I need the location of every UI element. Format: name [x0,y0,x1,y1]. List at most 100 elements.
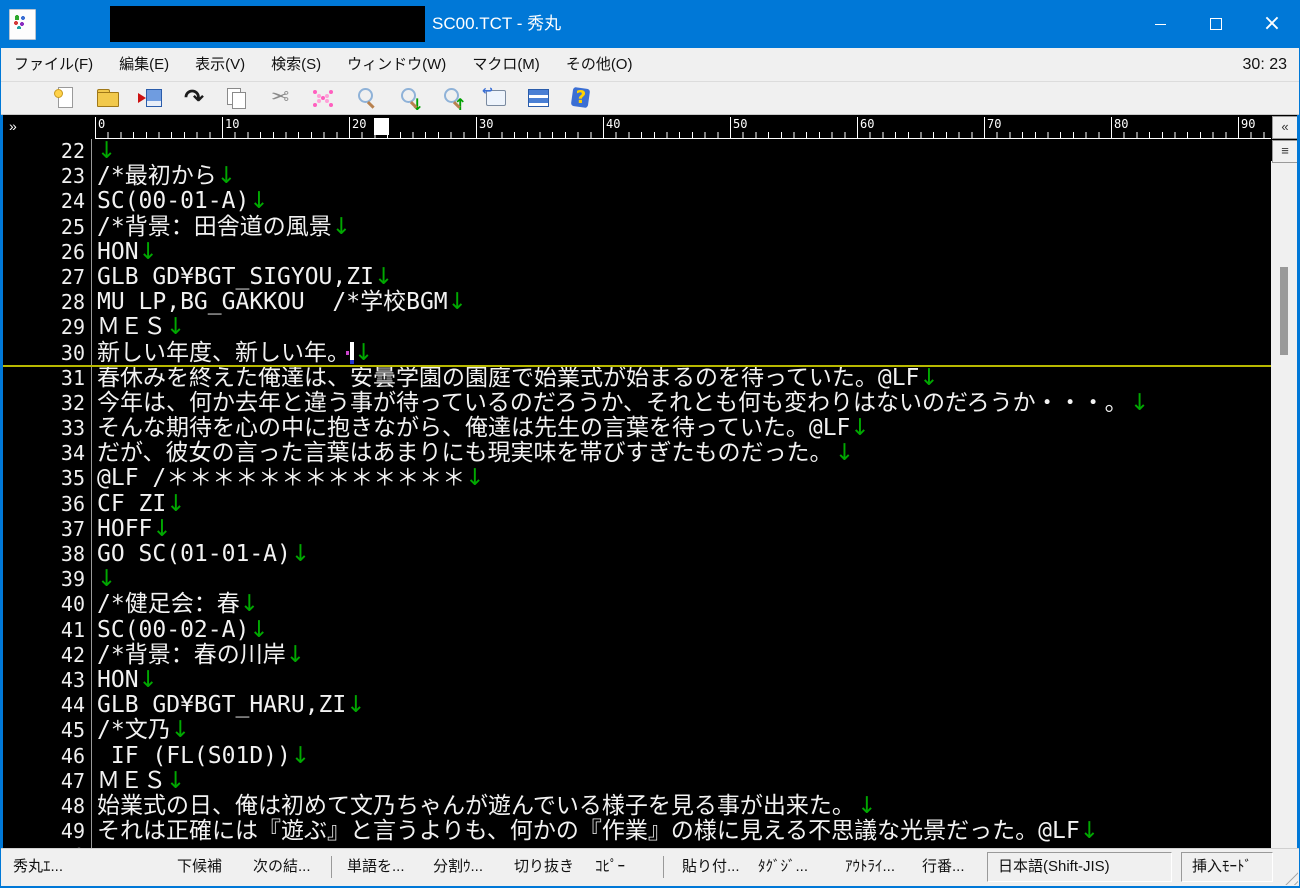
line-text[interactable]: HON↓ [92,239,158,265]
line-text[interactable]: それは正確には『遊ぶ』と言うよりも、何かの『作業』の様に見える不思議な光景だった… [92,818,1099,844]
line-text[interactable]: ↓ [92,139,116,164]
editor-line-36[interactable]: 36 CF ZI↓ [3,491,1271,517]
editor-line-31[interactable]: 31 春休みを終えた俺達は、安曇学園の園庭で始業式が始まるのを待っていた。@LF↓ [3,365,1271,391]
line-text[interactable]: ＭＥＳ↓ [92,315,185,340]
search-up-button[interactable]: ↑ [432,84,472,114]
editor-line-32[interactable]: 32 今年は、何か去年と違う事が待っているのだろうか、それとも何も変わりはないのだ… [3,390,1271,417]
editor-line-44[interactable]: 44 GLB GD¥BGT_HARU,ZI↓ [3,692,1271,719]
line-text[interactable]: ＭＥＳ↓ [92,768,185,794]
menu-item-4[interactable]: ウィンドウ(W) [334,48,459,81]
open-folder-button[interactable] [88,84,128,112]
help-button[interactable]: ? [561,84,601,112]
status-function-10[interactable]: 行番... [922,849,965,885]
editor-line-28[interactable]: 28 MU LP,BG_GAKKOU /*学校BGM↓ [3,289,1271,316]
line-text[interactable]: 新しい年度、新しい年。 ↓ [92,340,373,366]
menu-item-3[interactable]: 検索(S) [258,48,334,81]
editor-line-30[interactable]: 30 新しい年度、新しい年。 ↓ [3,340,1271,367]
status-function-2[interactable]: 次の結... [253,849,311,885]
editor-line-40[interactable]: 40 /*健足会：春↓ [3,592,1271,618]
paste-button[interactable] [303,84,343,112]
editor-line-24[interactable]: 24 SC(00-01-A)↓ [3,189,1271,215]
editor-line-37[interactable]: 37 HOFF↓ [3,516,1271,542]
search-down-button[interactable]: ↓ [389,84,429,114]
insert-mode-indicator[interactable]: 挿入ﾓｰﾄﾞ [1181,852,1273,882]
cut-button[interactable]: ✂ [260,84,300,112]
close-button[interactable]: × [1244,0,1300,48]
status-function-7[interactable]: 貼り付... [682,849,740,885]
line-text[interactable]: 春休みを終えた俺達は、安曇学園の園庭で始業式が始まるのを待っていた。@LF↓ [92,365,939,391]
line-text[interactable]: CF ZI↓ [92,491,186,517]
editor-line-41[interactable]: 41 SC(00-02-A)↓ [3,617,1271,643]
status-function-3[interactable]: 単語を... [347,849,405,885]
line-text[interactable]: GLB GD¥BGT_HARU,ZI↓ [92,692,366,718]
status-function-9[interactable]: ｱｳﾄﾗｲ... [845,849,895,885]
line-text[interactable]: 始業式の日、俺は初めて文乃ちゃんが遊んでいる様子を見る事が出来た。 ↓ [92,793,879,819]
editor-line-23[interactable]: 23 /*最初から↓ [3,163,1271,190]
line-text[interactable]: MU LP,BG_GAKKOU /*学校BGM↓ [92,289,467,315]
status-function-8[interactable]: ﾀｸﾞｼﾞ... [758,849,808,885]
editor-line-46[interactable]: 46 IF (FL(S01D))↓ [3,743,1271,769]
editor-line-47[interactable]: 47 ＭＥＳ↓ [3,768,1271,794]
text-area[interactable]: 22 ↓ 23 /*最初から↓ 24 SC(00-01-A)↓ 25 /*背景：田舎道の風景↓… [3,139,1271,848]
line-text[interactable]: 今年は、何か去年と違う事が待っているのだろうか、それとも何も変わりはないのだろう… [92,390,1152,416]
line-text[interactable]: /*健足会：春↓ [92,592,259,617]
collapse-ruler-button[interactable]: « [1272,116,1297,139]
line-text[interactable]: そんな期待を心の中に抱きながら、俺達は先生の言葉を待っていた。@LF↓ [92,415,870,441]
status-function-4[interactable]: 分割ｳ... [433,849,483,885]
editor-line-42[interactable]: 42 /*背景：春の川岸↓ [3,642,1271,668]
line-number: 24 [60,189,85,214]
menu-item-2[interactable]: 表示(V) [182,48,258,81]
menu-item-1[interactable]: 編集(E) [106,48,182,81]
line-text[interactable]: SC(00-01-A)↓ [92,189,269,214]
editor-line-43[interactable]: 43 HON↓ [3,667,1271,694]
status-function-1[interactable]: 下候補 [177,849,222,885]
resize-grip[interactable] [1281,868,1298,885]
editor-line-49[interactable]: 49 それは正確には『遊ぶ』と言うよりも、何かの『作業』の様に見える不思議な光景だ… [3,818,1271,845]
scrollbar-thumb[interactable] [1280,267,1288,355]
line-text[interactable]: GLB GD¥BGT_SIGYOU,ZI↓ [92,264,393,290]
editor-line-27[interactable]: 27 GLB GD¥BGT_SIGYOU,ZI↓ [3,264,1271,291]
menu-item-5[interactable]: マクロ(M) [459,48,553,81]
status-function-6[interactable]: ｺﾋﾟｰ [595,849,625,885]
editor-line-33[interactable]: 33 そんな期待を心の中に抱きながら、俺達は先生の言葉を待っていた。@LF↓ [3,415,1271,442]
encoding-indicator[interactable]: 日本語(Shift-JIS) [987,852,1172,882]
editor-line-29[interactable]: 29 ＭＥＳ↓ [3,315,1271,341]
menu-item-6[interactable]: その他(O) [553,48,646,81]
status-function-5[interactable]: 切り抜き [514,849,574,885]
maximize-button[interactable] [1188,0,1244,48]
editor-line-35[interactable]: 35 @LF /＊＊＊＊＊＊＊＊＊＊＊＊＊↓ [3,466,1271,492]
undo-button[interactable]: ↶ [174,84,214,112]
save-button[interactable] [131,84,171,112]
line-text[interactable]: HON↓ [92,667,158,693]
vertical-scrollbar[interactable] [1271,161,1297,848]
editor-line-26[interactable]: 26 HON↓ [3,239,1271,265]
fold-margin-button[interactable]: » [9,116,17,136]
line-text[interactable]: @LF /＊＊＊＊＊＊＊＊＊＊＊＊＊↓ [92,466,485,491]
split-window-button[interactable] [518,84,558,112]
editor-line-48[interactable]: 48 始業式の日、俺は初めて文乃ちゃんが遊んでいる様子を見る事が出来た。 ↓ [3,793,1271,820]
line-text[interactable]: /*背景：田舎道の風景↓ [92,214,351,240]
line-text[interactable]: /*背景：春の川岸↓ [92,642,305,668]
line-text[interactable]: ↓ [92,567,116,592]
copy-button[interactable] [217,84,257,112]
editor-line-39[interactable]: 39 ↓ [3,567,1271,593]
editor-line-25[interactable]: 25 /*背景：田舎道の風景↓ [3,214,1271,240]
line-text[interactable]: だが、彼女の言った言葉はあまりにも現実味を帯びすぎたものだった。 ↓ [92,441,857,466]
line-text[interactable]: /*最初から↓ [92,163,236,189]
editor-line-45[interactable]: 45 /*文乃↓ [3,718,1271,744]
line-text[interactable]: HOFF↓ [92,516,172,542]
status-function-0[interactable]: 秀丸ｴ... [13,849,63,885]
tag-jump-button[interactable] [475,84,515,112]
editor-line-34[interactable]: 34 だが、彼女の言った言葉はあまりにも現実味を帯びすぎたものだった。 ↓ [3,441,1271,467]
minimize-button[interactable] [1132,0,1188,48]
line-text[interactable]: /*文乃↓ [92,718,190,743]
line-text[interactable]: GO SC(01-01-A)↓ [92,541,310,567]
editor-line-22[interactable]: 22 ↓ [3,139,1271,165]
line-text[interactable]: SC(00-02-A)↓ [92,617,269,643]
editor-line-38[interactable]: 38 GO SC(01-01-A)↓ [3,541,1271,568]
menu-item-0[interactable]: ファイル(F) [1,48,106,81]
line-text[interactable]: IF (FL(S01D))↓ [92,743,310,769]
search-button[interactable] [346,84,386,112]
new-file-button[interactable] [45,84,85,112]
outline-list-button[interactable]: ≡ [1272,140,1297,163]
